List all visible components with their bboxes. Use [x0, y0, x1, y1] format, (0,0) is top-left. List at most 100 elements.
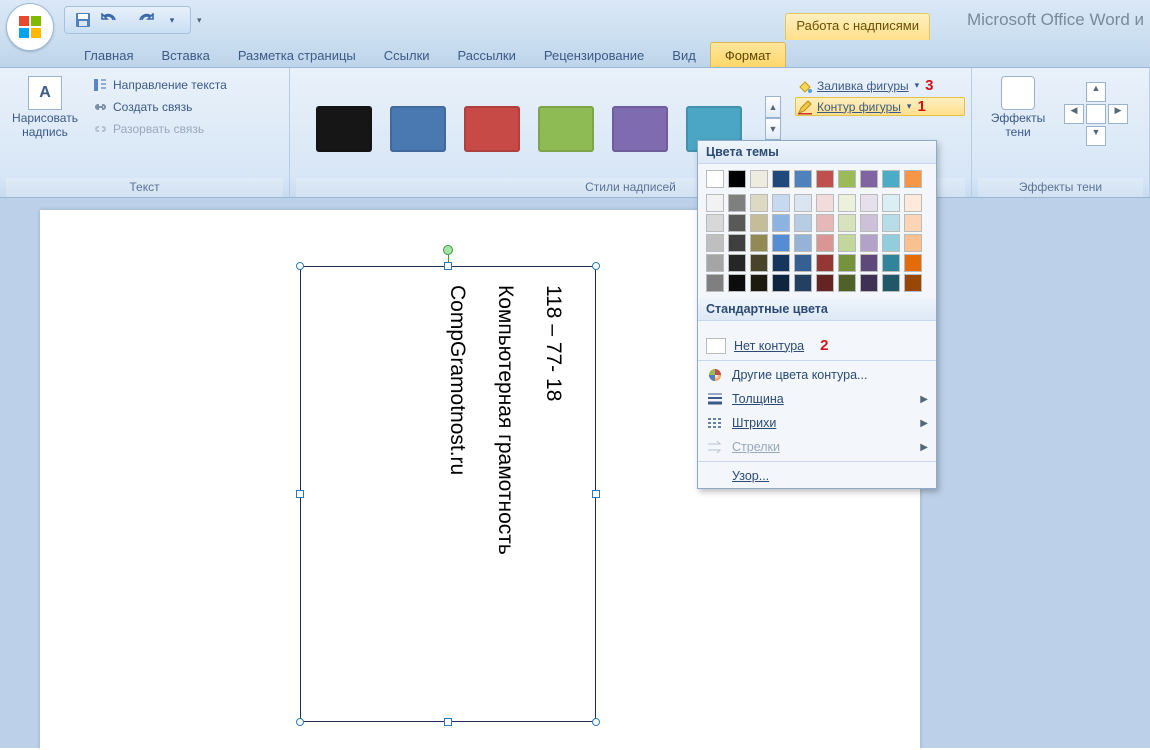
color-swatch[interactable]: [728, 170, 746, 188]
handle-w[interactable]: [296, 490, 304, 498]
color-swatch[interactable]: [838, 234, 856, 252]
color-swatch[interactable]: [904, 170, 922, 188]
handle-e[interactable]: [592, 490, 600, 498]
color-swatch[interactable]: [816, 194, 834, 212]
rotate-handle[interactable]: [443, 245, 453, 255]
color-swatch[interactable]: [838, 170, 856, 188]
color-swatch[interactable]: [838, 274, 856, 292]
tab-mailings[interactable]: Рассылки: [444, 43, 530, 67]
color-swatch[interactable]: [882, 234, 900, 252]
color-swatch[interactable]: [728, 234, 746, 252]
color-swatch[interactable]: [882, 194, 900, 212]
handle-se[interactable]: [592, 718, 600, 726]
handle-sw[interactable]: [296, 718, 304, 726]
color-swatch[interactable]: [772, 274, 790, 292]
color-swatch[interactable]: [794, 170, 812, 188]
pattern-item[interactable]: Узор...: [698, 464, 936, 488]
tab-view[interactable]: Вид: [658, 43, 710, 67]
style-swatch-2[interactable]: [390, 106, 446, 152]
style-swatch-4[interactable]: [538, 106, 594, 152]
save-button[interactable]: [73, 10, 93, 30]
color-swatch[interactable]: [882, 170, 900, 188]
color-swatch[interactable]: [794, 234, 812, 252]
color-swatch[interactable]: [816, 170, 834, 188]
color-swatch[interactable]: [772, 214, 790, 232]
color-swatch[interactable]: [772, 254, 790, 272]
color-swatch[interactable]: [794, 194, 812, 212]
color-swatch[interactable]: [750, 214, 768, 232]
handle-n[interactable]: [444, 262, 452, 270]
color-swatch[interactable]: [750, 274, 768, 292]
qat-customize-button[interactable]: ▾: [162, 10, 182, 30]
nudge-down[interactable]: ▼: [1086, 126, 1106, 146]
dashes-item[interactable]: Штрихи ▶: [698, 411, 936, 435]
undo-button[interactable]: [99, 10, 119, 30]
color-swatch[interactable]: [860, 214, 878, 232]
color-swatch[interactable]: [904, 274, 922, 292]
color-swatch[interactable]: [860, 274, 878, 292]
color-swatch[interactable]: [728, 254, 746, 272]
color-swatch[interactable]: [904, 214, 922, 232]
more-colors-item[interactable]: Другие цвета контура...: [698, 363, 936, 387]
handle-nw[interactable]: [296, 262, 304, 270]
color-swatch[interactable]: [772, 170, 790, 188]
handle-s[interactable]: [444, 718, 452, 726]
text-direction-button[interactable]: Направление текста: [90, 76, 229, 94]
color-swatch[interactable]: [904, 234, 922, 252]
color-swatch[interactable]: [816, 274, 834, 292]
style-swatch-1[interactable]: [316, 106, 372, 152]
color-swatch[interactable]: [706, 274, 724, 292]
weight-item[interactable]: Толщина ▶: [698, 387, 936, 411]
color-swatch[interactable]: [860, 170, 878, 188]
text-box[interactable]: 118 – 77- 18 Компьютерная грамотность Co…: [300, 266, 596, 722]
color-swatch[interactable]: [794, 254, 812, 272]
no-outline-item[interactable]: Нет контура 2: [698, 333, 936, 358]
color-swatch[interactable]: [860, 254, 878, 272]
tab-review[interactable]: Рецензирование: [530, 43, 658, 67]
color-swatch[interactable]: [882, 274, 900, 292]
color-swatch[interactable]: [816, 214, 834, 232]
color-swatch[interactable]: [882, 254, 900, 272]
color-swatch[interactable]: [750, 194, 768, 212]
shadow-effects-button[interactable]: Эффекты тени: [978, 72, 1058, 140]
color-swatch[interactable]: [706, 194, 724, 212]
color-swatch[interactable]: [904, 194, 922, 212]
color-swatch[interactable]: [750, 170, 768, 188]
color-swatch[interactable]: [728, 194, 746, 212]
handle-ne[interactable]: [592, 262, 600, 270]
color-swatch[interactable]: [860, 194, 878, 212]
color-swatch[interactable]: [882, 214, 900, 232]
color-swatch[interactable]: [838, 254, 856, 272]
tab-page-layout[interactable]: Разметка страницы: [224, 43, 370, 67]
style-swatch-5[interactable]: [612, 106, 668, 152]
tab-insert[interactable]: Вставка: [147, 43, 223, 67]
color-swatch[interactable]: [706, 170, 724, 188]
shape-outline-button[interactable]: Контур фигуры ▾ 1: [795, 97, 965, 116]
color-swatch[interactable]: [728, 214, 746, 232]
create-link-button[interactable]: Создать связь: [90, 98, 229, 116]
color-swatch[interactable]: [706, 254, 724, 272]
color-swatch[interactable]: [860, 234, 878, 252]
gallery-down-button[interactable]: ▼: [765, 118, 781, 140]
tab-home[interactable]: Главная: [70, 43, 147, 67]
tab-references[interactable]: Ссылки: [370, 43, 444, 67]
color-swatch[interactable]: [816, 254, 834, 272]
nudge-left[interactable]: ◀: [1064, 104, 1084, 124]
tab-format[interactable]: Формат: [710, 42, 786, 67]
color-swatch[interactable]: [728, 274, 746, 292]
nudge-right[interactable]: ▶: [1108, 104, 1128, 124]
color-swatch[interactable]: [706, 234, 724, 252]
nudge-center[interactable]: [1086, 104, 1106, 124]
color-swatch[interactable]: [772, 234, 790, 252]
color-swatch[interactable]: [750, 234, 768, 252]
color-swatch[interactable]: [706, 214, 724, 232]
color-swatch[interactable]: [904, 254, 922, 272]
style-swatch-3[interactable]: [464, 106, 520, 152]
gallery-up-button[interactable]: ▲: [765, 96, 781, 118]
color-swatch[interactable]: [794, 214, 812, 232]
office-button[interactable]: [6, 3, 54, 51]
draw-textbox-button[interactable]: A Нарисовать надпись: [6, 72, 84, 140]
color-swatch[interactable]: [794, 274, 812, 292]
color-swatch[interactable]: [838, 214, 856, 232]
shape-fill-button[interactable]: Заливка фигуры ▾ 3: [795, 76, 965, 95]
